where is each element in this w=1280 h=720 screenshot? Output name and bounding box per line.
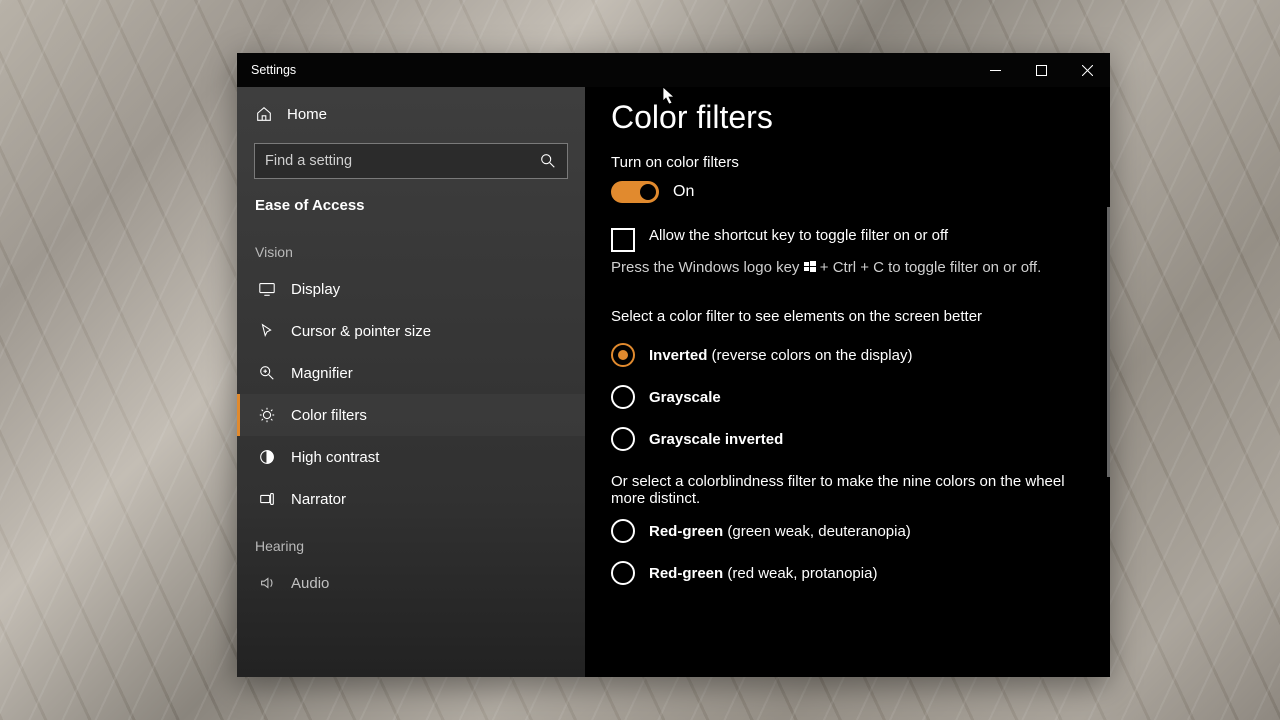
audio-icon xyxy=(258,574,276,592)
sidebar-item-label: Color filters xyxy=(291,407,367,424)
narrator-icon xyxy=(258,490,276,508)
colorblind-section-label: Or select a colorblindness filter to mak… xyxy=(611,473,1084,507)
sidebar-item-high-contrast[interactable]: High contrast xyxy=(237,436,585,478)
radio-label-note: (reverse colors on the display) xyxy=(707,347,912,364)
radio-label-note: (red weak, protanopia) xyxy=(723,565,877,582)
home-icon xyxy=(255,105,273,123)
search-icon xyxy=(539,152,557,170)
sidebar-item-label: Magnifier xyxy=(291,365,353,382)
display-icon xyxy=(258,280,276,298)
radio-indicator xyxy=(611,385,635,409)
color-filters-toggle[interactable] xyxy=(611,181,659,203)
sidebar-item-audio[interactable]: Audio xyxy=(237,562,585,604)
radio-label-bold: Grayscale inverted xyxy=(649,431,783,448)
sidebar-item-label: High contrast xyxy=(291,449,379,466)
sidebar-home[interactable]: Home xyxy=(237,95,585,133)
radio-label-bold: Red-green xyxy=(649,565,723,582)
window-controls xyxy=(972,53,1110,87)
toggle-state-text: On xyxy=(673,183,694,201)
radio-label-bold: Grayscale xyxy=(649,389,721,406)
shortcut-hint: Press the Windows logo key + Ctrl + C to… xyxy=(611,258,1084,278)
sidebar-item-label: Display xyxy=(291,281,340,298)
radio-label-bold: Red-green xyxy=(649,523,723,540)
color-filters-icon xyxy=(258,406,276,424)
page-title: Color filters xyxy=(611,99,1084,136)
windows-key-icon xyxy=(804,258,816,278)
radio-grayscale[interactable]: Grayscale xyxy=(611,385,1084,409)
maximize-button[interactable] xyxy=(1018,53,1064,87)
radio-label-note: (green weak, deuteranopia) xyxy=(723,523,911,540)
radio-indicator xyxy=(611,427,635,451)
toggle-label: Turn on color filters xyxy=(611,154,1084,171)
magnifier-icon xyxy=(258,364,276,382)
search-input[interactable]: Find a setting xyxy=(254,143,568,179)
titlebar[interactable]: Settings xyxy=(237,53,1110,87)
minimize-button[interactable] xyxy=(972,53,1018,87)
sidebar-item-color-filters[interactable]: Color filters xyxy=(237,394,585,436)
radio-grayscale-inverted[interactable]: Grayscale inverted xyxy=(611,427,1084,451)
sidebar-item-label: Narrator xyxy=(291,491,346,508)
filter-section-label: Select a color filter to see elements on… xyxy=(611,308,1084,325)
settings-window: Settings Home Find a setting xyxy=(237,53,1110,677)
shortcut-hint-prefix: Press the Windows logo key xyxy=(611,259,804,276)
sidebar-group-hearing-label: Hearing xyxy=(237,520,585,562)
scrollbar[interactable] xyxy=(1107,207,1110,477)
search-placeholder: Find a setting xyxy=(265,153,539,169)
cursor-icon xyxy=(258,322,276,340)
sidebar-item-narrator[interactable]: Narrator xyxy=(237,478,585,520)
sidebar-item-label: Audio xyxy=(291,575,329,592)
sidebar-group-vision-label: Vision xyxy=(237,226,585,268)
window-title: Settings xyxy=(237,63,972,77)
sidebar: Home Find a setting Ease of Access Visio… xyxy=(237,87,585,677)
radio-protanopia[interactable]: Red-green (red weak, protanopia) xyxy=(611,561,1084,585)
sidebar-item-magnifier[interactable]: Magnifier xyxy=(237,352,585,394)
radio-label-bold: Inverted xyxy=(649,347,707,364)
radio-inverted[interactable]: Inverted (reverse colors on the display) xyxy=(611,343,1084,367)
sidebar-item-cursor[interactable]: Cursor & pointer size xyxy=(237,310,585,352)
radio-indicator xyxy=(611,343,635,367)
window-body: Home Find a setting Ease of Access Visio… xyxy=(237,87,1110,677)
shortcut-checkbox[interactable] xyxy=(611,228,635,252)
radio-indicator xyxy=(611,561,635,585)
shortcut-checkbox-label: Allow the shortcut key to toggle filter … xyxy=(649,227,948,244)
radio-deuteranopia[interactable]: Red-green (green weak, deuteranopia) xyxy=(611,519,1084,543)
sidebar-item-label: Cursor & pointer size xyxy=(291,323,431,340)
shortcut-hint-suffix: + Ctrl + C to toggle filter on or off. xyxy=(820,259,1042,276)
sidebar-home-label: Home xyxy=(287,106,327,123)
sidebar-item-display[interactable]: Display xyxy=(237,268,585,310)
close-button[interactable] xyxy=(1064,53,1110,87)
sidebar-category: Ease of Access xyxy=(237,193,585,226)
high-contrast-icon xyxy=(258,448,276,466)
radio-indicator xyxy=(611,519,635,543)
content-pane: Color filters Turn on color filters On A… xyxy=(585,87,1110,677)
